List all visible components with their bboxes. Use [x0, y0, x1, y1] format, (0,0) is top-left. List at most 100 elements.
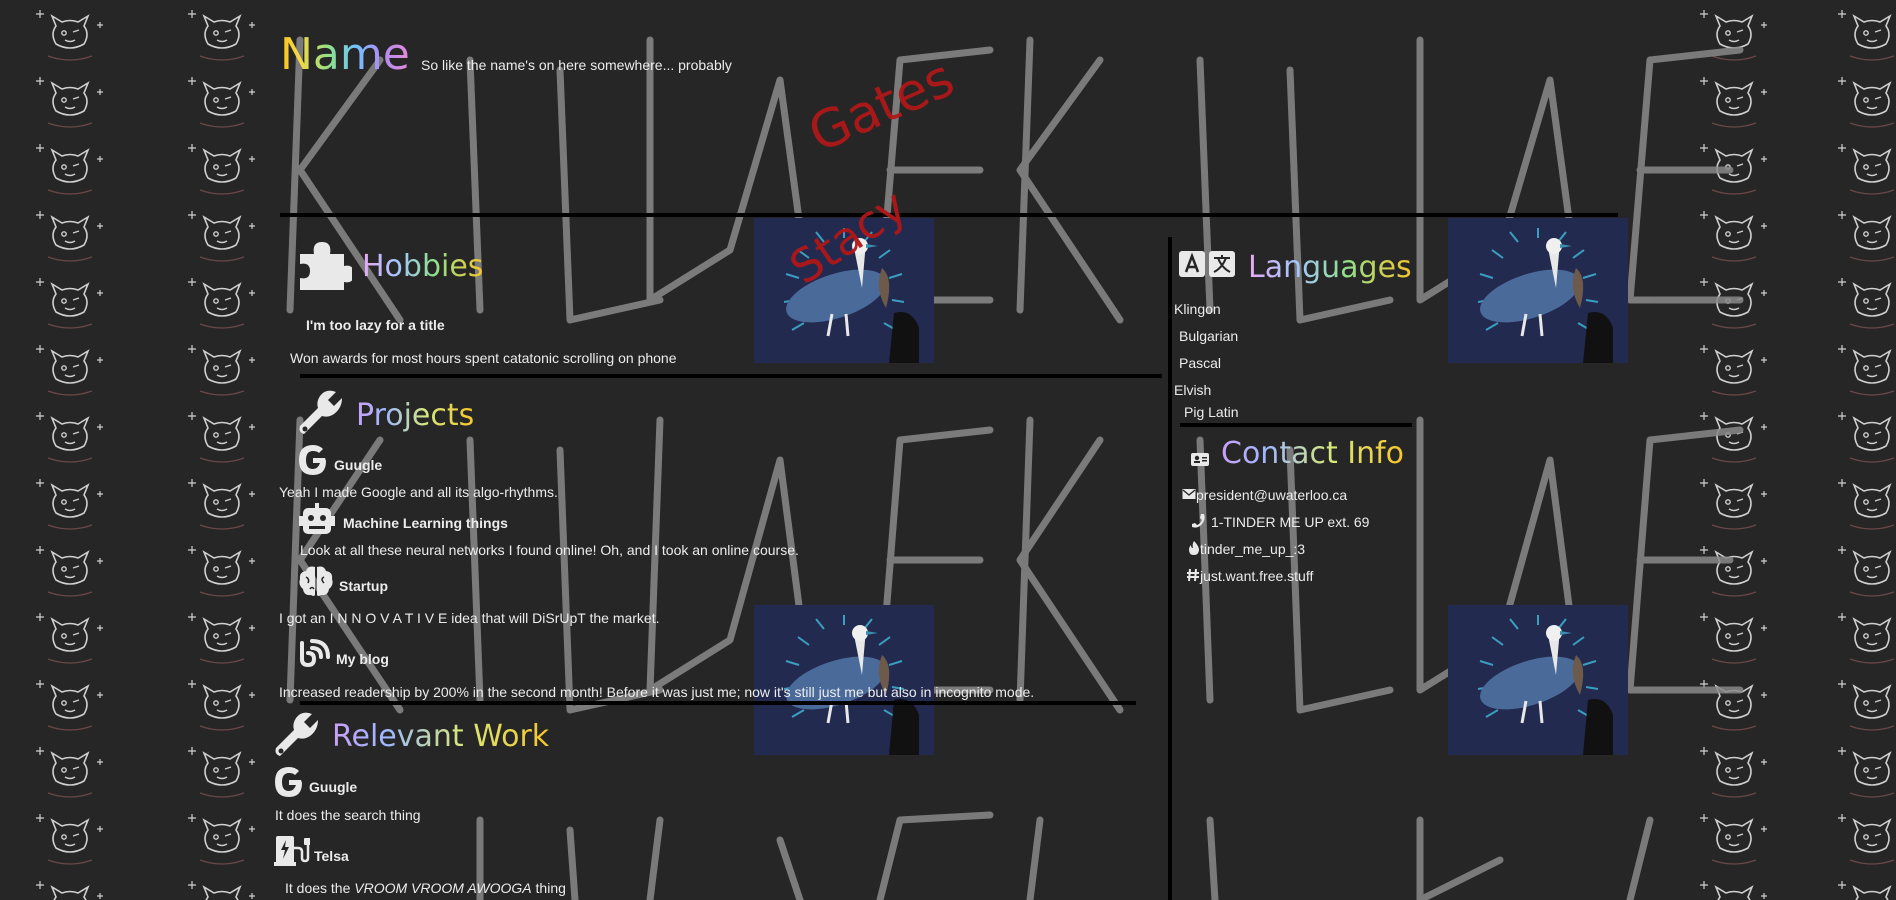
work-desc: It does the search thing — [275, 807, 421, 823]
project-desc: Look at all these neural networks I foun… — [300, 542, 799, 558]
hobby-desc: Won awards for most hours spent catatoni… — [290, 350, 677, 366]
google-icon — [273, 766, 305, 803]
languages-divider — [1180, 423, 1412, 427]
cat-doodle — [1837, 143, 1896, 195]
cat-doodle — [187, 411, 256, 463]
cat-doodle — [1699, 344, 1768, 396]
phone-icon — [1192, 513, 1206, 534]
cat-doodle — [35, 679, 104, 731]
cat-doodle — [1699, 143, 1768, 195]
cat-doodle — [1837, 277, 1896, 329]
cat-doodle — [1837, 679, 1896, 731]
brain-icon — [298, 565, 334, 602]
cat-doodle — [1699, 210, 1768, 262]
cat-doodle — [1837, 9, 1896, 61]
cat-doodle — [187, 143, 256, 195]
header-divider — [280, 213, 1618, 217]
google-icon — [297, 444, 329, 481]
language-item: Pascal — [1179, 355, 1222, 371]
projects-title: Projects — [356, 398, 475, 433]
work-desc-em: VROOM VROOM AWOOGA — [354, 880, 532, 896]
robot-icon — [299, 503, 335, 540]
cat-doodle — [1837, 76, 1896, 128]
project-desc: I got an I N N O V A T I V E idea that w… — [279, 610, 660, 626]
cat-doodle — [35, 277, 104, 329]
column-divider — [1168, 237, 1172, 900]
cat-doodle — [35, 411, 104, 463]
cat-doodle — [1837, 612, 1896, 664]
cat-doodle — [1699, 76, 1768, 128]
goose-image — [1448, 605, 1628, 755]
page-subtitle: So like the name's on here somewhere... … — [421, 57, 732, 73]
cat-doodle — [35, 76, 104, 128]
cat-doodle — [1699, 679, 1768, 731]
cat-doodle — [35, 545, 104, 597]
relevant-work-title: Relevant Work — [332, 719, 550, 754]
cat-doodle — [1699, 9, 1768, 61]
cat-doodle — [1837, 210, 1896, 262]
cat-doodle — [35, 143, 104, 195]
cat-doodle — [1837, 813, 1896, 865]
hobby-heading: I'm too lazy for a title — [306, 317, 445, 333]
project-heading: My blog — [336, 651, 389, 667]
cat-doodle — [187, 344, 256, 396]
cat-doodle — [1837, 478, 1896, 530]
cat-doodle — [1837, 545, 1896, 597]
work-heading: Telsa — [314, 848, 349, 864]
goose-illustration — [1477, 228, 1613, 363]
work-desc: It does the VROOM VROOM AWOOGA thing — [285, 880, 566, 896]
hobbies-divider — [300, 374, 1162, 378]
cat-doodle — [1699, 880, 1768, 900]
cat-doodle — [187, 76, 256, 128]
cat-doodle — [187, 880, 256, 900]
language-item: Pig Latin — [1184, 404, 1239, 420]
cat-doodle — [35, 746, 104, 798]
blog-icon — [298, 637, 330, 674]
cat-doodle — [1699, 612, 1768, 664]
hashtag-icon — [1186, 568, 1200, 587]
cat-doodle — [187, 9, 256, 61]
cat-doodle — [1837, 746, 1896, 798]
language-item: Klingon — [1174, 301, 1221, 317]
languages-title: Languages — [1248, 250, 1412, 285]
id-card-icon — [1190, 451, 1210, 472]
work-desc-pre: It does the — [285, 880, 355, 896]
projects-divider — [300, 701, 1136, 705]
cat-doodle — [35, 9, 104, 61]
goose-illustration — [1477, 615, 1613, 755]
project-heading: Guugle — [334, 457, 383, 473]
wrench-icon — [298, 388, 346, 441]
work-heading: Guugle — [309, 779, 358, 795]
translate-icon — [1178, 250, 1238, 285]
project-heading: Machine Learning things — [343, 515, 508, 531]
contact-tinder[interactable]: tinder_me_up_:3 — [1200, 541, 1305, 557]
wrench-icon — [274, 710, 322, 763]
page-title: Name — [280, 29, 410, 80]
cat-doodle — [187, 545, 256, 597]
tinder-flame-icon — [1188, 541, 1200, 560]
cat-doodle — [35, 210, 104, 262]
cat-doodle — [1699, 746, 1768, 798]
contact-email[interactable]: president@uwaterloo.ca — [1196, 487, 1347, 503]
cat-pattern — [35, 9, 1896, 900]
project-heading: Startup — [339, 578, 388, 594]
cat-doodle — [1837, 344, 1896, 396]
cat-doodle — [1837, 880, 1896, 900]
language-item: Bulgarian — [1179, 328, 1239, 344]
language-item: Elvish — [1174, 382, 1212, 398]
contact-hashtag[interactable]: just.want.free.stuff — [1200, 568, 1313, 584]
cat-doodle — [187, 277, 256, 329]
cat-doodle — [35, 478, 104, 530]
cat-doodle — [187, 813, 256, 865]
contact-title: Contact Info — [1221, 436, 1405, 471]
goose-illustration — [783, 615, 919, 755]
cat-doodle — [35, 344, 104, 396]
contact-phone[interactable]: 1-TINDER ME UP ext. 69 — [1211, 514, 1369, 530]
cat-doodle — [35, 612, 104, 664]
project-desc: Increased readership by 200% in the seco… — [279, 684, 1035, 700]
cat-doodle — [1699, 478, 1768, 530]
cat-doodle — [1699, 813, 1768, 865]
cat-doodle — [187, 478, 256, 530]
background-pattern — [0, 0, 1896, 900]
cat-doodle — [35, 813, 104, 865]
